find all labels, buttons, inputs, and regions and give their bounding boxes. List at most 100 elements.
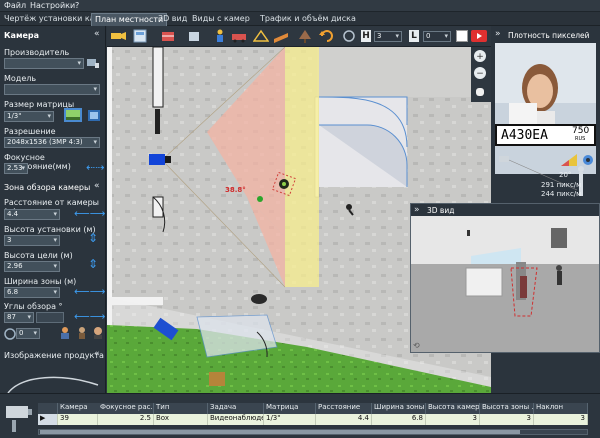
3d-view-panel[interactable]: » 3D вид ⟲: [410, 203, 600, 353]
width-label: Ширина зоны (м): [4, 277, 77, 286]
person-tool-icon[interactable]: [213, 29, 227, 43]
table-cell-camera-height[interactable]: 3: [426, 414, 480, 425]
sensor-image-icon: [64, 108, 82, 122]
undo-icon[interactable]: [319, 29, 335, 43]
target-select[interactable]: 2.96: [4, 261, 60, 272]
table-header-zone-height[interactable]: Высота зоны ...: [480, 403, 534, 414]
collapse-product-icon[interactable]: «: [94, 349, 100, 359]
table-header-type[interactable]: Тип: [154, 403, 208, 414]
object-tool-icon[interactable]: [187, 29, 203, 43]
tab-3d-view[interactable]: 3D вид: [155, 13, 190, 26]
menu-settings[interactable]: Настройки: [30, 1, 75, 10]
menu-help[interactable]: ?: [75, 1, 79, 10]
table-cell-camera[interactable]: 39: [58, 414, 98, 425]
tree-tool-icon[interactable]: [297, 29, 313, 43]
color-swatch[interactable]: [456, 30, 468, 42]
distance-select[interactable]: 4.4: [4, 209, 60, 220]
collapse-3d-icon[interactable]: »: [414, 205, 420, 215]
3d-scene: [411, 216, 599, 352]
table-scroll-thumb[interactable]: [40, 430, 520, 434]
density-value-2: 244 пикс/м: [541, 190, 582, 198]
settings-gear-icon[interactable]: [581, 153, 595, 167]
wall-tool-icon[interactable]: [161, 29, 177, 43]
sensor-select[interactable]: 1/3": [4, 111, 54, 122]
h-select[interactable]: 3: [374, 31, 402, 42]
tilt-angle: 20°: [559, 171, 572, 179]
menu-file[interactable]: Файл: [4, 1, 26, 10]
manufacturer-select[interactable]: [4, 58, 84, 69]
3d-view-title: 3D вид: [427, 206, 455, 215]
import-plan-icon[interactable]: [133, 29, 149, 43]
collapse-left-icon[interactable]: «: [94, 29, 100, 39]
svg-text:−: −: [476, 69, 484, 79]
focal-input[interactable]: 2.53: [4, 163, 28, 174]
table-row-selector[interactable]: ▶: [38, 414, 58, 425]
sensor-preview-icon[interactable]: [88, 110, 100, 121]
rotate-view-icon[interactable]: [341, 29, 357, 43]
focal-adjust-icon[interactable]: ⇠⇢: [86, 162, 104, 173]
measure-tool-icon[interactable]: [253, 29, 269, 43]
angle-secondary-field[interactable]: [36, 312, 64, 323]
collapse-right-icon[interactable]: »: [495, 29, 501, 39]
person-small-icon[interactable]: [76, 326, 88, 340]
table-header-matrix[interactable]: Матрица: [264, 403, 316, 414]
table-header-width[interactable]: Ширина зоны...: [372, 403, 426, 414]
height-label: Высота установки (м): [4, 225, 96, 234]
collapse-zone-icon[interactable]: «: [94, 181, 100, 191]
section-camera-title: Камера: [4, 31, 40, 40]
table-cell-distance[interactable]: 4.4: [316, 414, 372, 425]
angle-adjust-icon[interactable]: ⟵⟶: [74, 311, 106, 322]
zoom-in-icon[interactable]: +: [473, 49, 487, 63]
rotation-select[interactable]: 0: [16, 328, 40, 339]
left-panel: Камера « Производитель Модель Размер мат…: [0, 26, 106, 393]
camera-tool-icon[interactable]: [111, 30, 127, 42]
tab-bar: Чертёж установки камеры План местности 3…: [0, 12, 600, 26]
camera-table-panel: Камера Фокусное рас... Тип Задача Матриц…: [0, 393, 600, 438]
3d-rotate-icon[interactable]: ⟲: [413, 341, 420, 350]
table-header-distance[interactable]: Расстояние: [316, 403, 372, 414]
width-select[interactable]: 6.8: [4, 287, 60, 298]
table-cell-tilt[interactable]: 3: [534, 414, 588, 425]
person-icon[interactable]: [58, 326, 72, 340]
plate-number: А430ЕА: [501, 128, 548, 143]
table-cell-matrix[interactable]: 1/3": [264, 414, 316, 425]
video-play-icon[interactable]: [471, 30, 487, 42]
target-angle-label: 38.8°: [225, 186, 246, 194]
target-label: Высота цели (м): [4, 251, 73, 260]
resolution-select[interactable]: 2048x1536 (3MP 4:3): [4, 137, 100, 148]
table-cell-zone-height[interactable]: 3: [480, 414, 534, 425]
density-color-icon: [561, 154, 577, 166]
pan-hand-icon[interactable]: [473, 84, 487, 98]
table-cell-task[interactable]: Видеонаблюде...: [208, 414, 264, 425]
ruler-tool-icon[interactable]: [273, 29, 289, 43]
table-header-task[interactable]: Задача: [208, 403, 264, 414]
target-adjust-icon[interactable]: ⇕: [88, 257, 98, 271]
table-header-focal[interactable]: Фокусное рас...: [98, 403, 154, 414]
model-label: Модель: [4, 74, 37, 83]
h-icon: H: [361, 30, 371, 42]
model-select[interactable]: [4, 84, 100, 95]
menu-bar: Файл Настройки ?: [0, 0, 600, 12]
height-adjust-icon[interactable]: ⇕: [88, 231, 98, 245]
camera-thumbnail-icon: [6, 406, 32, 432]
pixel-density-title: Плотность пикселей: [508, 31, 590, 40]
table-header-tilt[interactable]: Наклон: [534, 403, 588, 414]
plate-country: RUS: [575, 136, 586, 142]
tab-traffic[interactable]: Трафик и объём диска: [257, 13, 359, 26]
tab-camera-views[interactable]: Виды с камер: [189, 13, 253, 26]
face-icon[interactable]: [92, 326, 104, 340]
table-cell-type[interactable]: Box: [154, 414, 208, 425]
width-adjust-icon[interactable]: ⟵⟶: [74, 286, 106, 297]
height-select[interactable]: 3: [4, 235, 60, 246]
car-tool-icon[interactable]: [231, 29, 247, 43]
table-cell-focal[interactable]: 2.5: [98, 414, 154, 425]
l-select[interactable]: 0: [423, 31, 451, 42]
zoom-out-icon[interactable]: −: [473, 66, 487, 80]
distance-adjust-icon[interactable]: ⟵⟶: [74, 208, 106, 219]
camera-db-icon[interactable]: [86, 56, 100, 70]
product-image-title: Изображение продукта: [4, 351, 104, 360]
table-cell-width[interactable]: 6.8: [372, 414, 426, 425]
l-icon: L: [409, 30, 419, 42]
angle-select[interactable]: 87: [4, 312, 34, 323]
table-header-camera-height[interactable]: Высота камеры: [426, 403, 480, 414]
